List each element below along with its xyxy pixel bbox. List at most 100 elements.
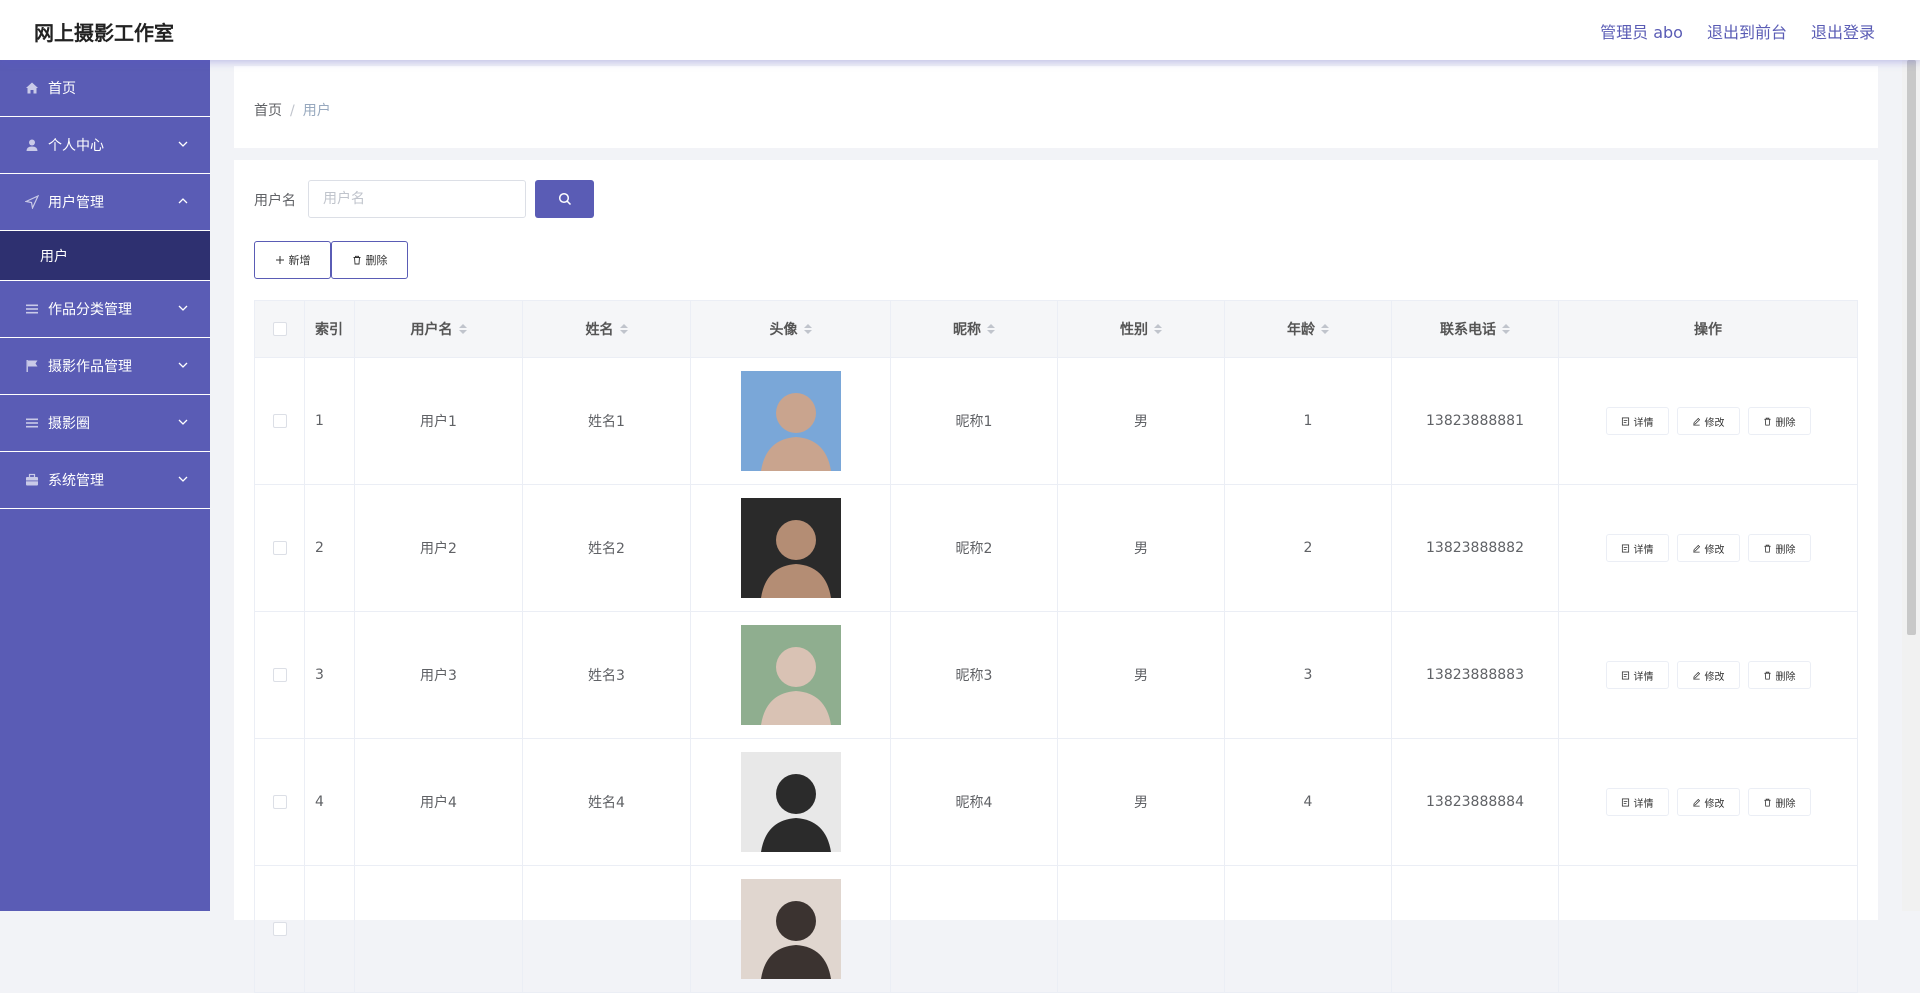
edit-button[interactable]: 修改 <box>1676 661 1740 689</box>
row-delete-button[interactable]: 删除 <box>1747 788 1811 816</box>
table-card: 用户名 新增 删除 索引 用户名 姓名 头像 昵称 性别 年龄 联系电话 <box>234 160 1878 993</box>
sidebar-item-works-management[interactable]: 摄影作品管理 <box>0 338 210 395</box>
avatar-image <box>740 752 841 852</box>
row-delete-button[interactable]: 删除 <box>1747 661 1811 689</box>
nickname-cell: 昵称3 <box>891 612 1058 738</box>
avatar-image <box>740 498 841 598</box>
scrollbar-thumb[interactable] <box>1907 60 1916 635</box>
table-body: 1 用户1 姓名1 昵称1 男 1 13823888881 详情 修改 删除 2 用户2 姓名2 昵称2 男… <box>255 358 1858 993</box>
row-checkbox-cell <box>255 866 305 992</box>
document-icon <box>1621 670 1629 680</box>
sort-icon[interactable] <box>458 324 467 334</box>
sidebar-item-label: 首页 <box>48 81 76 97</box>
sidebar-item-home[interactable]: 首页 <box>0 60 210 117</box>
search-button[interactable] <box>535 180 594 218</box>
home-icon <box>24 80 40 96</box>
name-cell: 姓名4 <box>523 739 691 865</box>
header-label: 用户名 <box>410 322 453 338</box>
header-phone[interactable]: 联系电话 <box>1392 301 1559 357</box>
chevron-up-icon <box>178 198 188 204</box>
avatar-image <box>740 371 841 471</box>
username-cell: 用户1 <box>355 358 523 484</box>
row-checkbox-cell <box>255 739 305 865</box>
edit-icon <box>1692 544 1700 552</box>
sort-icon[interactable] <box>1154 324 1162 334</box>
select-all-checkbox[interactable] <box>272 322 287 336</box>
edit-button[interactable]: 修改 <box>1676 788 1740 816</box>
gender-cell: 男 <box>1058 485 1225 611</box>
flag-icon <box>24 358 40 374</box>
breadcrumb-home[interactable]: 首页 <box>254 103 282 119</box>
header-avatar[interactable]: 头像 <box>691 301 891 357</box>
sidebar-item-personal-center[interactable]: 个人中心 <box>0 117 210 174</box>
nickname-cell <box>891 866 1058 992</box>
row-delete-label: 删除 <box>1775 798 1796 810</box>
index-cell: 1 <box>305 358 355 484</box>
index-cell: 4 <box>305 739 355 865</box>
row-checkbox[interactable] <box>272 922 287 936</box>
age-cell: 2 <box>1225 485 1392 611</box>
page-scrollbar[interactable] <box>1902 60 1920 911</box>
header-nickname[interactable]: 昵称 <box>891 301 1058 357</box>
header-label: 联系电话 <box>1440 322 1496 338</box>
age-cell: 3 <box>1225 612 1392 738</box>
header-label: 索引 <box>315 322 343 338</box>
sidebar-item-label: 个人中心 <box>48 138 104 154</box>
detail-label: 详情 <box>1633 671 1654 683</box>
row-checkbox[interactable] <box>272 668 287 682</box>
table-row: 4 用户4 姓名4 昵称4 男 4 13823888884 详情 修改 删除 <box>255 739 1858 866</box>
sort-icon[interactable] <box>1502 324 1510 334</box>
sidebar-item-system-management[interactable]: 系统管理 <box>0 452 210 509</box>
username-search-input[interactable] <box>308 180 526 218</box>
table-row: 3 用户3 姓名3 昵称3 男 3 13823888883 详情 修改 删除 <box>255 612 1858 739</box>
detail-button[interactable]: 详情 <box>1605 407 1669 435</box>
detail-label: 详情 <box>1633 798 1654 810</box>
row-delete-button[interactable]: 删除 <box>1747 407 1811 435</box>
header-username[interactable]: 用户名 <box>355 301 523 357</box>
top-bar: 网上摄影工作室 管理员 abo 退出到前台 退出登录 <box>0 0 1920 60</box>
plus-icon <box>275 256 284 264</box>
sidebar-item-category-management[interactable]: 作品分类管理 <box>0 281 210 338</box>
detail-button[interactable]: 详情 <box>1605 534 1669 562</box>
header-age[interactable]: 年龄 <box>1225 301 1392 357</box>
gender-cell: 男 <box>1058 739 1225 865</box>
add-button[interactable]: 新增 <box>254 241 331 279</box>
row-delete-button[interactable]: 删除 <box>1747 534 1811 562</box>
table-row <box>255 866 1858 993</box>
header-gender[interactable]: 性别 <box>1058 301 1225 357</box>
detail-button[interactable]: 详情 <box>1605 788 1669 816</box>
header-name[interactable]: 姓名 <box>523 301 691 357</box>
username-cell: 用户3 <box>355 612 523 738</box>
edit-icon <box>1692 671 1700 679</box>
row-checkbox[interactable] <box>272 541 287 555</box>
age-cell <box>1225 866 1392 992</box>
table-header-row: 索引 用户名 姓名 头像 昵称 性别 年龄 联系电话 操作 <box>255 301 1858 358</box>
sidebar-subitem-user[interactable]: 用户 <box>0 231 210 281</box>
breadcrumb-card: 首页 / 用户 <box>234 66 1878 148</box>
row-checkbox-cell <box>255 485 305 611</box>
edit-button[interactable]: 修改 <box>1676 407 1740 435</box>
row-checkbox[interactable] <box>272 414 287 428</box>
list-icon <box>24 301 40 317</box>
chevron-down-icon <box>178 476 188 482</box>
sort-icon[interactable] <box>987 324 995 334</box>
detail-button[interactable]: 详情 <box>1605 661 1669 689</box>
sidebar-item-photo-circle[interactable]: 摄影圈 <box>0 395 210 452</box>
table-row: 2 用户2 姓名2 昵称2 男 2 13823888882 详情 修改 删除 <box>255 485 1858 612</box>
nickname-cell: 昵称4 <box>891 739 1058 865</box>
index-cell: 2 <box>305 485 355 611</box>
search-label: 用户名 <box>254 193 296 209</box>
username-cell: 用户2 <box>355 485 523 611</box>
index-cell: 3 <box>305 612 355 738</box>
sidebar-item-user-management[interactable]: 用户管理 <box>0 174 210 231</box>
admin-user-link[interactable]: 管理员 abo <box>1600 19 1683 43</box>
row-checkbox[interactable] <box>272 795 287 809</box>
logout-link[interactable]: 退出登录 <box>1811 19 1875 43</box>
edit-button[interactable]: 修改 <box>1676 534 1740 562</box>
age-cell: 4 <box>1225 739 1392 865</box>
sort-icon[interactable] <box>619 324 628 334</box>
sort-icon[interactable] <box>1321 324 1329 334</box>
delete-button[interactable]: 删除 <box>331 241 408 279</box>
sort-icon[interactable] <box>803 324 812 334</box>
exit-to-front-link[interactable]: 退出到前台 <box>1707 19 1787 43</box>
